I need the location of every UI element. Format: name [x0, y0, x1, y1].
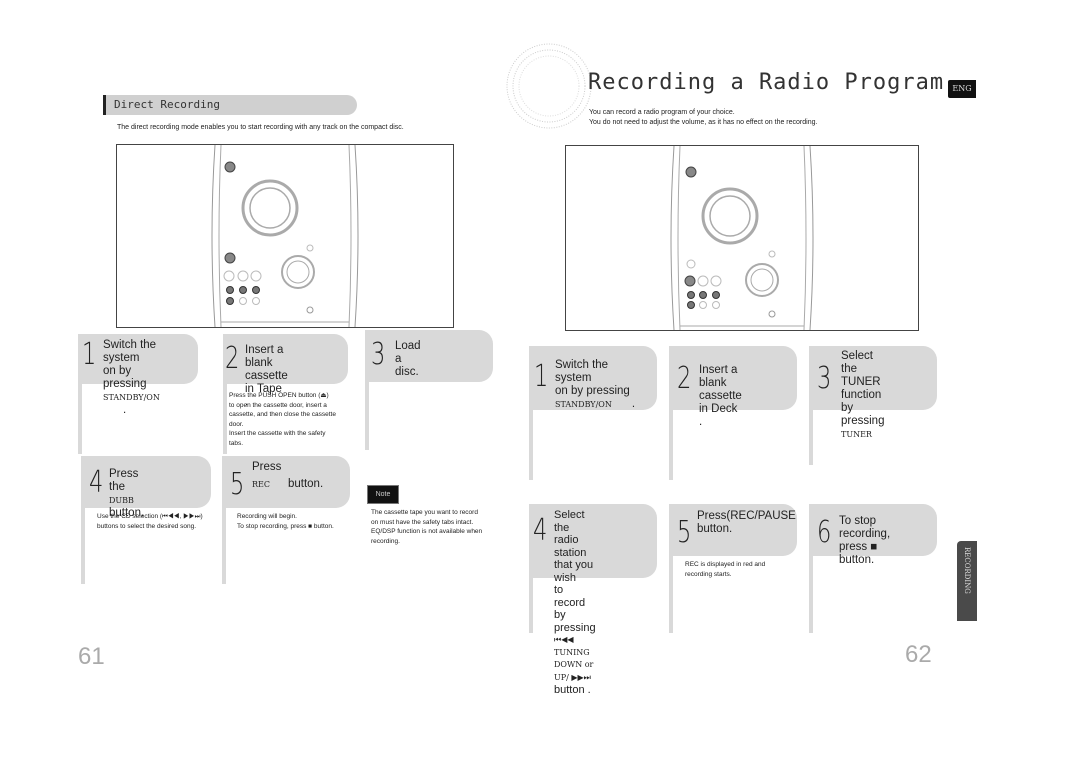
step-detail: cassette, and then close the cassette: [229, 411, 336, 418]
note-text: The cassette tape you want to record on …: [371, 508, 496, 546]
section-header-direct-recording: Direct Recording: [103, 95, 357, 115]
step-detail: Recording will begin.: [237, 513, 297, 520]
key-tuning: ⏮◀◀ TUNING DOWN or UP/ ▶▶⏭: [554, 635, 594, 682]
punct: .: [631, 398, 636, 410]
note-line: EQ/DSP function is not available when: [371, 528, 483, 535]
step-detail: Use the CD selection (⏮◀◀, ▶▶⏭): [97, 513, 203, 520]
note-label: Note: [367, 485, 399, 504]
intro-text-left: The direct recording mode enables you to…: [117, 124, 404, 131]
step-text: cassette in Deck .: [699, 390, 742, 428]
step-text: Select the radio: [554, 509, 585, 546]
step-number: 5: [677, 515, 692, 550]
step-text: Switch the system: [103, 339, 157, 364]
step-text: Press: [252, 461, 282, 473]
step-text: Switch the system: [555, 359, 609, 384]
key-standby-on: STANDBY/ON: [103, 393, 160, 402]
punct: .: [123, 404, 127, 416]
step-number: 1: [82, 337, 97, 372]
page-title: Recording a Radio Program: [588, 70, 945, 95]
step-text: Insert a blank: [699, 364, 738, 389]
step-detail: Press the PUSH OPEN button (⏏): [229, 392, 329, 399]
step-detail: door.: [229, 420, 244, 428]
step-detail: Insert the cassette with the safety: [229, 430, 326, 437]
step-text: To stop recording,: [839, 515, 891, 540]
language-tab: ENG: [948, 80, 976, 98]
step-text: TUNER function: [841, 376, 882, 401]
step-number: 5: [230, 467, 245, 502]
step-text: by pressing: [841, 402, 885, 427]
step-text: on by pressing: [103, 365, 147, 390]
step-text: Load a disc.: [395, 340, 421, 378]
page-number-right: 62: [905, 641, 932, 668]
mini-system-front-icon: [670, 145, 814, 331]
step-detail: REC is displayed in red and: [685, 561, 766, 568]
note-line: on must have the safety tabs intact.: [371, 518, 474, 526]
step-detail: to open the cassette door, insert a: [229, 401, 327, 409]
device-illustration-right: [565, 145, 919, 331]
intro-line: You do not need to adjust the volume, as…: [589, 119, 818, 126]
step-number: 3: [817, 361, 832, 396]
step-number: 4: [533, 513, 548, 548]
device-illustration-left: [116, 144, 454, 328]
step-detail: buttons to select the desired song.: [97, 522, 197, 530]
note-line: The cassette tape you want to record: [371, 509, 478, 516]
key-rec: REC: [252, 480, 270, 489]
step-text: on by pressing: [555, 385, 630, 397]
step-text: Press(REC/PAUSE: [697, 510, 796, 522]
chapter-side-tab: RECORDING: [957, 541, 977, 621]
note-line: recording.: [371, 537, 400, 545]
step-detail: recording starts.: [685, 570, 732, 578]
step-text: button .: [554, 684, 591, 696]
intro-line: You can record a radio program of your c…: [589, 109, 735, 116]
side-tab-label: RECORDING: [963, 547, 971, 594]
section-title: Direct Recording: [114, 98, 220, 111]
step-number: 2: [225, 341, 240, 376]
step-number: 2: [677, 361, 692, 396]
step-text: Press the: [109, 468, 139, 493]
step-number: 4: [89, 465, 104, 500]
page-number-left: 61: [78, 643, 105, 670]
step-number: 1: [534, 359, 549, 394]
decorative-circles-icon: [506, 43, 592, 129]
key-standby-on: STANDBY/ON: [555, 400, 612, 409]
key-tuner: TUNER: [841, 430, 872, 439]
step-text: press ■ button.: [839, 541, 878, 566]
key-dubb: DUBB: [109, 496, 134, 505]
step-text: Select the: [841, 350, 873, 375]
step-text: button.: [287, 478, 324, 490]
step-detail: To stop recording, press ■ button.: [237, 522, 334, 530]
step-text: to record by pressing: [554, 584, 596, 634]
step-text: Insert a blank: [245, 344, 284, 369]
step-number: 6: [817, 515, 832, 550]
step-number: 3: [371, 337, 386, 372]
mini-system-front-icon: [211, 144, 359, 328]
step-detail: tabs.: [229, 439, 244, 447]
step-text: station that you wish: [554, 546, 594, 584]
